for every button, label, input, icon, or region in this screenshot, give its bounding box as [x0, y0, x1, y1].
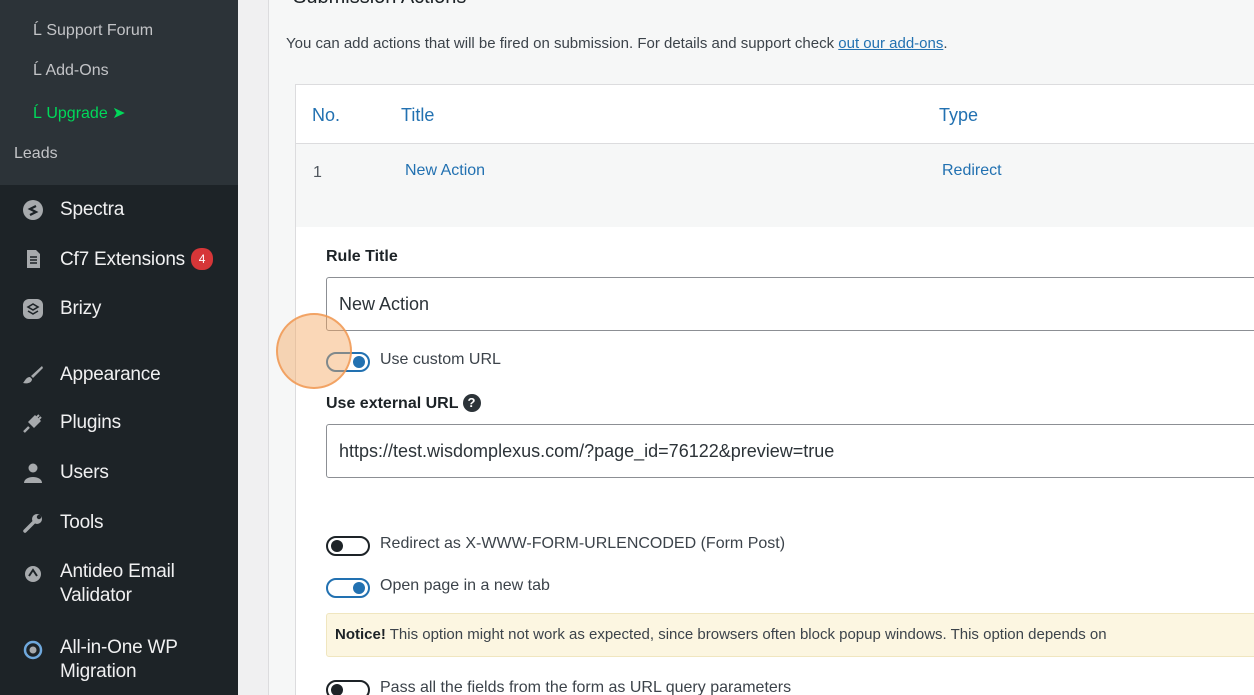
migration-icon	[23, 640, 43, 660]
sidebar-item-tools[interactable]: Tools	[0, 503, 238, 543]
sidebar-item-all-in-one-migration[interactable]: All-in-One WP Migration	[0, 636, 238, 688]
brizy-icon	[23, 299, 43, 319]
sidebar-item-label: Plugins	[60, 412, 121, 433]
main-content: Submission Actions You can add actions t…	[238, 0, 1254, 695]
sidebar-item-label: Tools	[60, 512, 104, 533]
click-highlight-indicator	[276, 313, 352, 389]
row-title-link[interactable]: New Action	[405, 162, 485, 180]
popup-notice: Notice! This option might not work as ex…	[326, 613, 1254, 657]
submenu-item-leads[interactable]: Leads	[14, 145, 58, 163]
row-number: 1	[313, 164, 322, 181]
column-header-type[interactable]: Type	[939, 105, 978, 126]
toggle-label: Pass all the fields from the form as URL…	[380, 679, 792, 695]
pass-fields-toggle[interactable]	[326, 680, 370, 695]
toggle-label: Redirect as X-WWW-FORM-URLENCODED (Form …	[380, 535, 786, 552]
sidebar-item-label: Appearance	[60, 364, 161, 385]
submenu-item-support-forum[interactable]: Ĺ Support Forum	[33, 22, 153, 40]
admin-sidebar: Ĺ Support Forum Ĺ Add-Ons Ĺ Upgrade ➤ Le…	[0, 0, 238, 695]
document-icon	[27, 250, 40, 268]
users-icon	[24, 463, 42, 483]
column-header-no[interactable]: No.	[312, 105, 340, 126]
external-url-label: Use external URL?	[326, 394, 481, 413]
toggle-label: Use custom URL	[380, 351, 501, 368]
sidebar-item-label: Cf7 Extensions 4	[60, 248, 213, 271]
submenu-item-add-ons[interactable]: Ĺ Add-Ons	[33, 62, 109, 80]
open-new-tab-toggle[interactable]	[326, 578, 370, 598]
table-header: No. Title Type	[296, 85, 1254, 144]
sidebar-item-users[interactable]: Users	[0, 453, 238, 493]
sidebar-item-label: Users	[60, 462, 109, 483]
submenu-item-upgrade[interactable]: Ĺ Upgrade ➤	[33, 103, 126, 123]
section-title: Submission Actions	[293, 0, 466, 9]
rule-title-input[interactable]: New Action	[326, 277, 1254, 331]
sidebar-item-label: Brizy	[60, 298, 102, 319]
actions-table: No. Title Type 1 New Action Redirect	[295, 84, 1254, 228]
redirect-form-post-toggle[interactable]	[326, 536, 370, 556]
sidebar-item-antideo[interactable]: Antideo Email Validator	[0, 560, 238, 612]
sidebar-item-label: Spectra	[60, 199, 125, 220]
sidebar-item-label: Antideo Email Validator	[60, 561, 175, 606]
wrench-icon	[23, 514, 42, 533]
sidebar-item-plugins[interactable]: Plugins	[0, 403, 238, 443]
external-url-input[interactable]: https://test.wisdomplexus.com/?page_id=7…	[326, 424, 1254, 478]
paintbrush-icon	[23, 366, 43, 384]
column-header-title[interactable]: Title	[401, 105, 434, 126]
sidebar-item-brizy[interactable]: Brizy	[0, 289, 238, 329]
sidebar-item-appearance[interactable]: Appearance	[0, 355, 238, 395]
sidebar-item-spectra[interactable]: Spectra	[0, 190, 238, 230]
rule-title-label: Rule Title	[326, 248, 398, 265]
plugin-icon	[23, 414, 42, 433]
spectra-icon	[23, 200, 43, 220]
section-description: You can add actions that will be fired o…	[286, 35, 948, 52]
table-row[interactable]: 1 New Action Redirect	[296, 144, 1254, 228]
plugin-submenu: Ĺ Support Forum Ĺ Add-Ons Ĺ Upgrade ➤ Le…	[0, 0, 238, 185]
submission-actions-panel: Submission Actions You can add actions t…	[268, 0, 1254, 695]
sidebar-item-cf7-extensions[interactable]: Cf7 Extensions 4	[0, 239, 238, 279]
action-edit-form: Rule Title New Action Use custom URL Use…	[295, 227, 1254, 695]
antideo-icon	[25, 566, 41, 582]
row-type: Redirect	[942, 162, 1002, 179]
add-ons-link[interactable]: out our add-ons	[838, 35, 943, 52]
help-icon[interactable]: ?	[462, 394, 481, 412]
sidebar-item-label: All-in-One WP Migration	[60, 637, 178, 682]
update-count-badge: 4	[191, 248, 213, 270]
toggle-label: Open page in a new tab	[380, 577, 550, 594]
